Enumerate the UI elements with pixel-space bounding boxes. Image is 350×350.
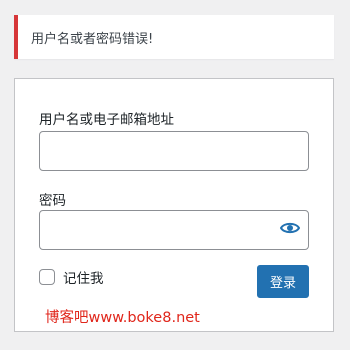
remember-me-label[interactable]: 记住我 — [63, 267, 104, 287]
eye-icon — [280, 222, 300, 234]
login-error-notice: 用户名或者密码错误! — [14, 15, 334, 59]
username-label: 用户名或电子邮箱地址 — [39, 112, 174, 128]
username-input[interactable] — [39, 131, 309, 171]
show-password-button[interactable] — [277, 218, 303, 238]
login-form: 用户名或电子邮箱地址 密码 记住我 登录 博客吧www.boke8.net — [14, 78, 334, 332]
remember-me-checkbox[interactable] — [39, 269, 55, 285]
password-input[interactable] — [39, 210, 309, 250]
password-label: 密码 — [39, 193, 66, 209]
login-button[interactable]: 登录 — [257, 265, 309, 298]
remember-me: 记住我 — [39, 267, 104, 287]
site-watermark: 博客吧www.boke8.net — [45, 310, 200, 326]
error-message: 用户名或者密码错误! — [31, 31, 154, 47]
